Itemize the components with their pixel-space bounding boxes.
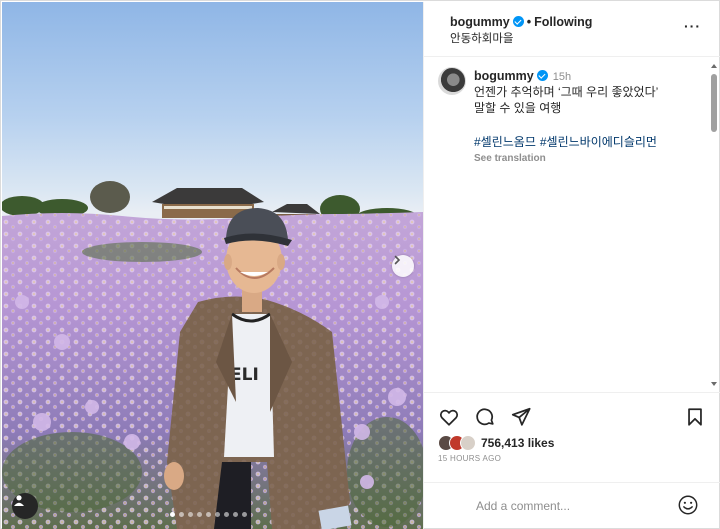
instagram-post-modal: ELI bogummy • Following 안동하회마을 ··· bogum… xyxy=(0,0,720,529)
likes-row: 756,413 likes xyxy=(438,434,554,452)
carousel-dot xyxy=(233,512,238,517)
more-icon[interactable]: ··· xyxy=(684,18,701,34)
carousel-dot xyxy=(224,512,229,517)
author-avatar[interactable] xyxy=(438,67,466,95)
caption-username[interactable]: bogummy xyxy=(474,69,534,83)
likes-count-text[interactable]: 756,413 likes xyxy=(481,436,554,450)
carousel-dot xyxy=(215,512,220,517)
scroll-down-arrow[interactable] xyxy=(711,382,717,386)
carousel-dot xyxy=(188,512,193,517)
hashtag-link[interactable]: #셀린느바이에디슬리먼 xyxy=(540,135,657,149)
verified-badge-icon xyxy=(512,16,524,27)
user-tag-icon xyxy=(14,495,24,506)
carousel-dot xyxy=(179,512,184,517)
post-timestamp: 15 HOURS AGO xyxy=(438,454,502,463)
separator-dot: • xyxy=(526,15,532,29)
post-header: bogummy • Following 안동하회마을 ··· xyxy=(424,2,720,57)
see-translation-link[interactable]: See translation xyxy=(474,153,546,164)
next-photo-button[interactable] xyxy=(392,255,414,277)
carousel-dot xyxy=(170,512,175,517)
liker-avatar[interactable] xyxy=(460,435,476,451)
carousel-dot xyxy=(242,512,247,517)
post-actions: 756,413 likes 15 HOURS AGO xyxy=(424,392,720,482)
hashtag-link[interactable]: #셀린느옴므 xyxy=(474,135,536,149)
chevron-right-icon xyxy=(394,255,401,265)
scroll-up-arrow[interactable] xyxy=(711,64,717,68)
likes-count[interactable]: 756,413 likes xyxy=(481,436,554,450)
carousel-dots xyxy=(170,512,247,517)
caption-text: 언젠가 추억하며 ‘그때 우리 좋았었다’ 말할 수 있을 여행 xyxy=(474,85,659,115)
post-location[interactable]: 안동하회마을 xyxy=(450,30,513,46)
carousel-dot xyxy=(206,512,211,517)
emoji-icon[interactable] xyxy=(677,494,699,516)
caption-time: 15h xyxy=(552,71,572,83)
carousel-dot xyxy=(197,512,202,517)
following-button[interactable]: Following xyxy=(534,15,592,29)
heart-icon[interactable] xyxy=(438,406,460,428)
comment-icon[interactable] xyxy=(474,406,496,428)
author-username[interactable]: bogummy xyxy=(450,15,510,29)
add-comment-input[interactable] xyxy=(476,496,676,516)
post-photo[interactable]: ELI xyxy=(2,2,423,529)
comments-scrollbar[interactable] xyxy=(709,60,719,390)
scroll-thumb[interactable] xyxy=(711,74,717,132)
caption-header: bogummy 15h xyxy=(474,69,571,83)
caption-hashtags: #셀린느옴므 #셀린느바이에디슬리먼 xyxy=(474,133,661,150)
user-tag-button[interactable] xyxy=(12,493,38,519)
caption-comment: bogummy 15h 언젠가 추억하며 ‘그때 우리 좋았었다’ 말할 수 있을… xyxy=(424,58,711,392)
bookmark-icon[interactable] xyxy=(684,406,706,428)
photo-scene: ELI xyxy=(2,181,423,529)
post-header-line: bogummy • Following xyxy=(450,15,592,29)
post-details-panel: bogummy • Following 안동하회마을 ··· bogummy 15h … xyxy=(423,2,720,529)
verified-badge-icon xyxy=(536,70,548,81)
share-icon[interactable] xyxy=(510,406,532,428)
add-comment-bar xyxy=(424,482,720,529)
